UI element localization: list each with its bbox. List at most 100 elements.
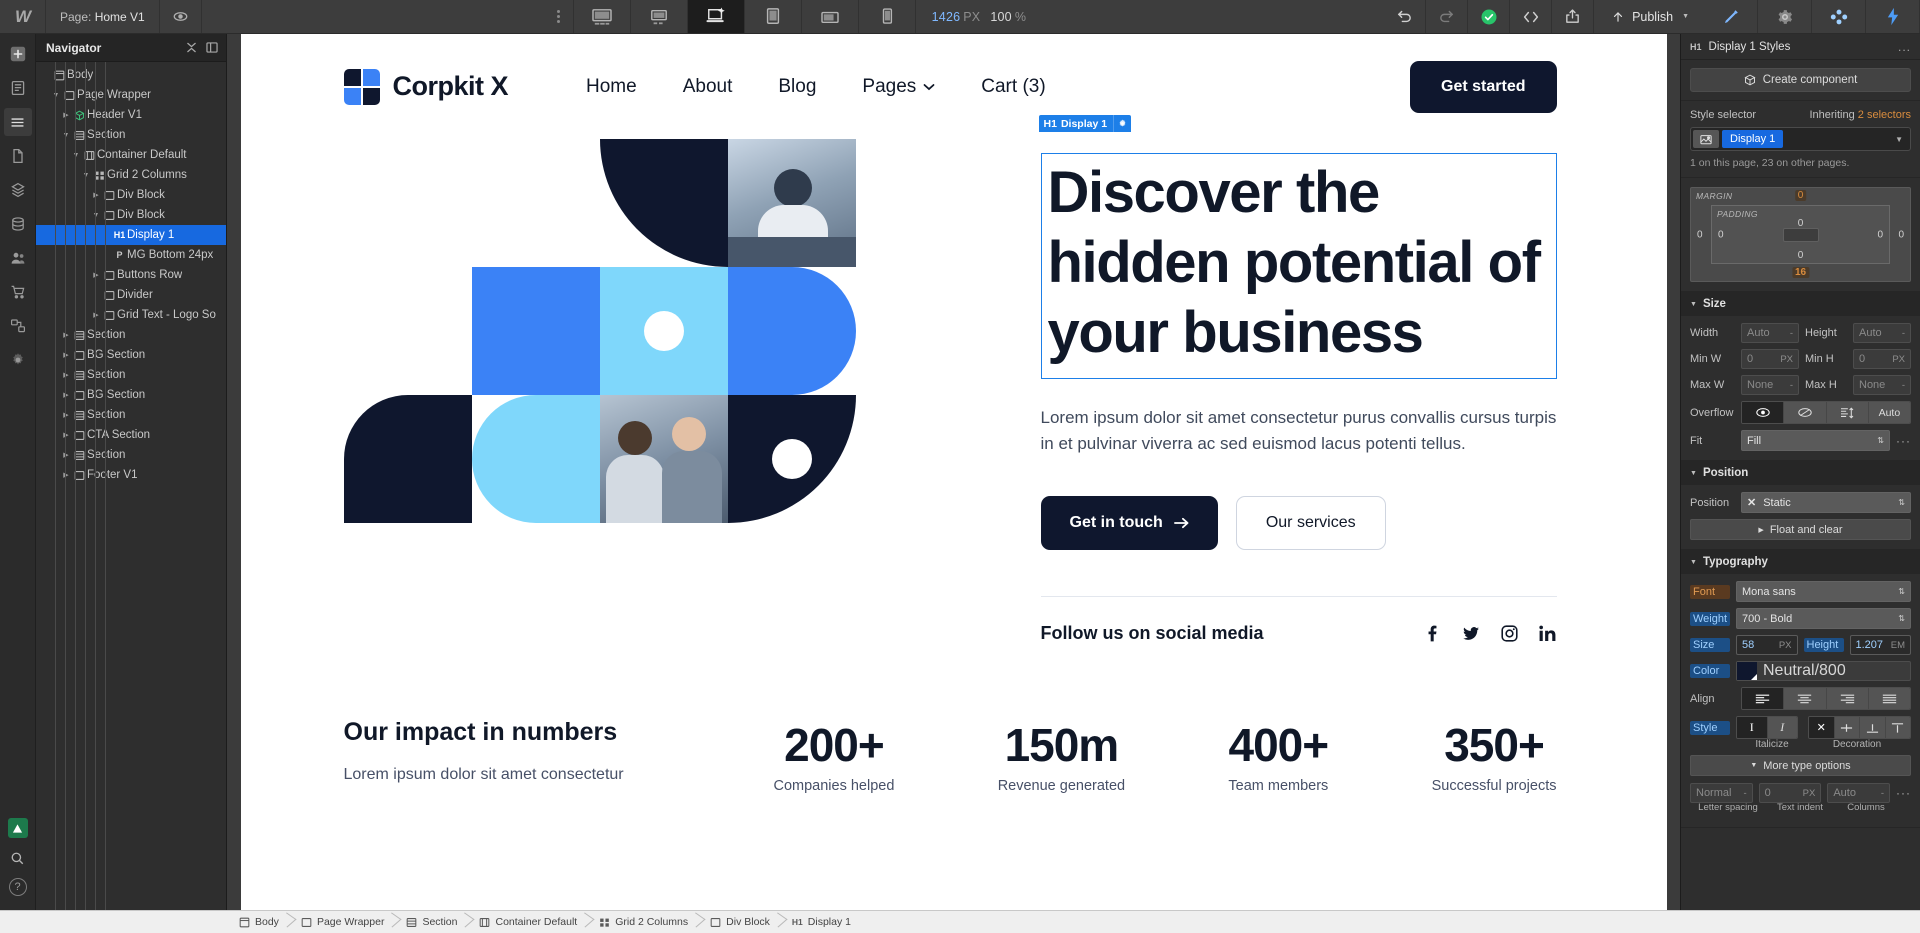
site-brand[interactable]: Corpkit X bbox=[343, 68, 509, 105]
publish-triangle-icon[interactable] bbox=[7, 818, 28, 838]
overflow-hidden-eye-slash-icon[interactable] bbox=[1784, 402, 1827, 423]
social-icons[interactable] bbox=[1423, 624, 1557, 643]
instagram-icon[interactable] bbox=[1500, 624, 1519, 643]
caret-right-icon[interactable]: ▶ bbox=[60, 431, 72, 439]
overline-icon[interactable] bbox=[1885, 717, 1910, 738]
line-height-input[interactable]: 1.207 EM bbox=[1849, 635, 1911, 655]
caret-down-icon[interactable]: ▼ bbox=[80, 172, 92, 179]
settings-gear-icon[interactable] bbox=[1758, 0, 1812, 33]
interactions-icon[interactable] bbox=[1812, 0, 1866, 33]
selector-input[interactable]: Display 1 ▼ bbox=[1690, 127, 1911, 151]
caret-down-icon[interactable]: ▼ bbox=[70, 152, 82, 159]
device-desktop-base[interactable] bbox=[687, 0, 745, 33]
facebook-icon[interactable] bbox=[1423, 624, 1442, 643]
site-nav[interactable]: Home About Blog Pages Cart (3) bbox=[586, 76, 1046, 98]
maxw-input[interactable]: None - bbox=[1741, 375, 1799, 395]
caret-right-icon[interactable]: ▶ bbox=[60, 331, 72, 339]
components-stack-icon[interactable] bbox=[4, 176, 32, 204]
caret-right-icon[interactable]: ▶ bbox=[90, 191, 102, 199]
caret-right-icon[interactable]: ▶ bbox=[60, 411, 72, 419]
align-justify-icon[interactable] bbox=[1868, 688, 1910, 709]
navigator-tree[interactable]: Body▼Page Wrapper▶Header V1▼Section▼Cont… bbox=[36, 62, 226, 910]
device-mobile-portrait[interactable] bbox=[859, 0, 916, 33]
create-component-button[interactable]: Create component bbox=[1690, 68, 1911, 92]
margin-top-value[interactable]: 0 bbox=[1794, 190, 1807, 201]
webflow-logo-icon[interactable]: W bbox=[0, 0, 46, 33]
twitter-icon[interactable] bbox=[1461, 624, 1481, 643]
text-indent-input[interactable]: 0 PX bbox=[1758, 783, 1822, 803]
type-more-icon[interactable]: ··· bbox=[1896, 786, 1911, 800]
caret-right-icon[interactable]: ▶ bbox=[60, 371, 72, 379]
overflow-visible-eye-icon[interactable] bbox=[1742, 402, 1785, 423]
minh-input[interactable]: 0 PX bbox=[1853, 349, 1911, 369]
canvas-viewport[interactable]: Corpkit X Home About Blog Pages Cart (3) Get… bbox=[227, 34, 1680, 910]
breadcrumb-item-display-1[interactable]: H1 Display 1 bbox=[783, 911, 864, 933]
logic-bolt-icon[interactable] bbox=[1866, 0, 1920, 33]
font-size-input[interactable]: 58 PX bbox=[1736, 635, 1798, 655]
breadcrumb-item-section[interactable]: Section bbox=[397, 911, 470, 933]
redo-icon[interactable] bbox=[1426, 0, 1469, 33]
overflow-segmented[interactable]: Auto bbox=[1741, 401, 1911, 424]
caret-right-icon[interactable]: ▶ bbox=[60, 351, 72, 359]
search-icon[interactable] bbox=[4, 844, 32, 872]
breadcrumb-item-div-block[interactable]: Div Block bbox=[701, 911, 783, 933]
letter-spacing-input[interactable]: Normal - bbox=[1690, 783, 1753, 803]
margin-left-value[interactable]: 0 bbox=[1697, 229, 1703, 240]
position-clear-x-icon[interactable]: ✕ bbox=[1747, 496, 1756, 509]
align-left-icon[interactable] bbox=[1742, 688, 1785, 709]
save-status-check-icon[interactable] bbox=[1468, 0, 1511, 33]
color-swatch[interactable] bbox=[1737, 662, 1757, 680]
more-type-options-button[interactable]: ▼ More type options bbox=[1690, 755, 1911, 776]
weight-select[interactable]: 700 - Bold ⇅ bbox=[1736, 608, 1911, 629]
pages-icon[interactable] bbox=[4, 74, 32, 102]
panel-toggle-icon[interactable] bbox=[206, 42, 218, 53]
canvas-size-readout[interactable]: 1426 PX 100 % bbox=[916, 0, 1042, 33]
selector-chip[interactable]: Display 1 bbox=[1722, 130, 1784, 148]
padding-bottom-value[interactable]: 0 bbox=[1798, 250, 1804, 261]
color-field[interactable]: Neutral/800 bbox=[1736, 661, 1911, 681]
caret-down-icon[interactable]: ▼ bbox=[60, 132, 72, 139]
header-get-started-button[interactable]: Get started bbox=[1410, 60, 1557, 113]
caret-right-icon[interactable]: ▶ bbox=[60, 391, 72, 399]
site-nav-link-pages[interactable]: Pages bbox=[862, 76, 935, 98]
navigator-layers-icon[interactable] bbox=[3, 108, 32, 136]
users-icon[interactable] bbox=[4, 244, 32, 272]
ecommerce-cart-icon[interactable] bbox=[4, 278, 32, 306]
decoration-none-icon[interactable]: ✕ bbox=[1809, 717, 1835, 738]
site-canvas[interactable]: Corpkit X Home About Blog Pages Cart (3) Get… bbox=[240, 34, 1667, 910]
hero-our-services-button[interactable]: Our services bbox=[1235, 495, 1386, 550]
caret-right-icon[interactable]: ▶ bbox=[60, 451, 72, 459]
breadcrumb-item-grid-2-columns[interactable]: Grid 2 Columns bbox=[590, 911, 701, 933]
breakpoint-menu-icon[interactable] bbox=[544, 0, 574, 33]
publish-button[interactable]: Publish ▼ bbox=[1594, 0, 1704, 33]
settings-gear-rail-icon[interactable] bbox=[4, 346, 32, 374]
hero-get-in-touch-button[interactable]: Get in touch bbox=[1040, 495, 1218, 550]
device-tablet[interactable] bbox=[745, 0, 802, 33]
margin-right-value[interactable]: 0 bbox=[1898, 229, 1904, 240]
share-icon[interactable] bbox=[1552, 0, 1595, 33]
site-nav-link-home[interactable]: Home bbox=[586, 76, 637, 98]
logic-icon[interactable] bbox=[4, 312, 32, 340]
cms-database-icon[interactable] bbox=[4, 210, 32, 238]
device-desktop-medium[interactable] bbox=[631, 0, 688, 33]
size-section-header[interactable]: ▼ Size bbox=[1681, 292, 1920, 316]
height-input[interactable]: Auto - bbox=[1853, 323, 1911, 343]
caret-down-icon[interactable]: ▼ bbox=[90, 212, 102, 219]
undo-icon[interactable] bbox=[1384, 0, 1427, 33]
overflow-scroll-icon[interactable] bbox=[1826, 402, 1869, 423]
site-nav-link-blog[interactable]: Blog bbox=[778, 76, 816, 98]
help-question-icon[interactable]: ? bbox=[8, 878, 27, 896]
breadcrumb-item-container-default[interactable]: Container Default bbox=[470, 911, 590, 933]
padding-right-value[interactable]: 0 bbox=[1877, 229, 1883, 240]
selection-gear-icon[interactable] bbox=[1113, 115, 1131, 132]
italicize-segmented[interactable]: I I bbox=[1736, 716, 1798, 739]
align-right-icon[interactable] bbox=[1826, 688, 1869, 709]
strikethrough-icon[interactable] bbox=[1834, 717, 1860, 738]
spacing-center-handle[interactable] bbox=[1782, 227, 1819, 242]
caret-down-icon[interactable]: ▼ bbox=[50, 92, 62, 99]
code-icon[interactable] bbox=[1510, 0, 1553, 33]
add-element-plus-icon[interactable] bbox=[4, 40, 32, 68]
fit-more-icon[interactable]: ··· bbox=[1896, 434, 1911, 448]
underline-icon[interactable] bbox=[1860, 717, 1886, 738]
preview-eye-icon[interactable] bbox=[160, 0, 202, 33]
